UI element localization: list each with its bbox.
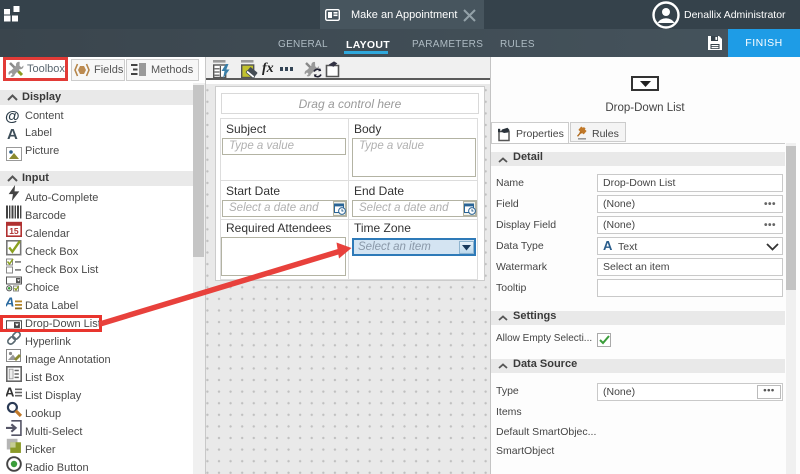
svg-text:A: A xyxy=(6,295,14,310)
svg-text:15: 15 xyxy=(9,226,19,236)
svg-text:A: A xyxy=(6,385,15,400)
